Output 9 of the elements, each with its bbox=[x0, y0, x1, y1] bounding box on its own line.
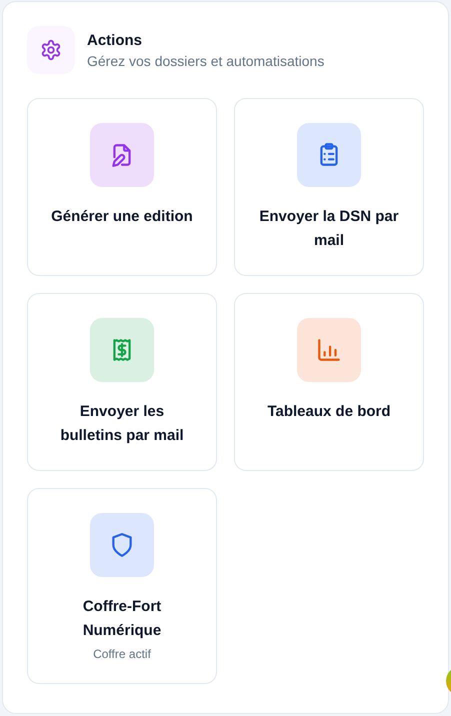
action-card[interactable]: Tableaux de bord bbox=[234, 293, 424, 471]
action-card[interactable]: Envoyer les bulletins par mail bbox=[27, 293, 217, 471]
action-card[interactable]: Coffre-Fort Numérique Coffre actif bbox=[27, 488, 217, 684]
section-subtitle: Gérez vos dossiers et automatisations bbox=[87, 53, 324, 69]
section-title: Actions bbox=[87, 32, 144, 49]
action-card[interactable]: Envoyer la DSN par mail bbox=[234, 98, 424, 276]
status-text: Coffre actif bbox=[93, 647, 151, 661]
settings-icon bbox=[40, 39, 62, 61]
action-card[interactable]: Générer une edition bbox=[27, 98, 217, 276]
